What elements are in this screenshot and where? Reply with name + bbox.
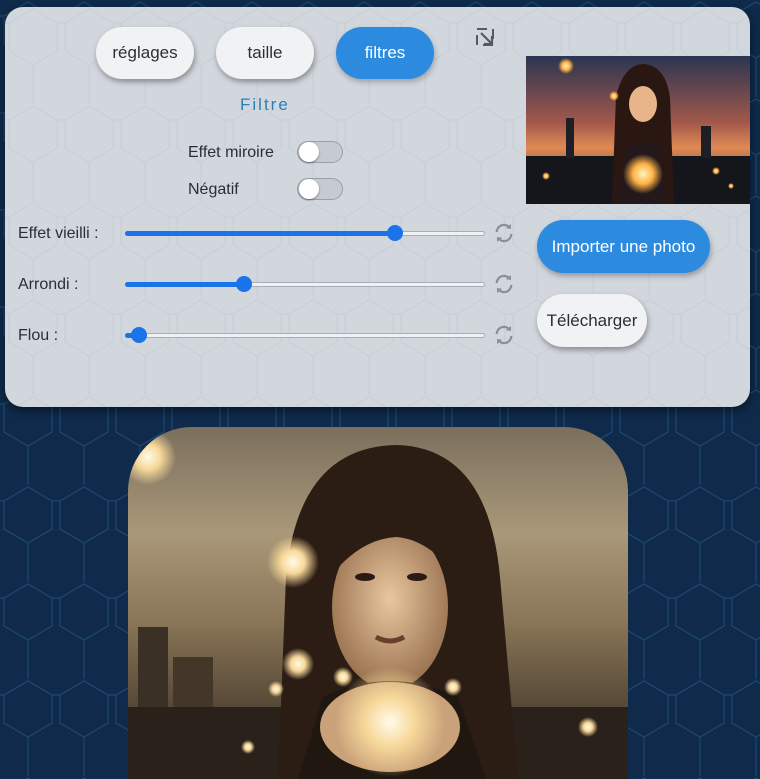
resize-arrow-icon[interactable] (475, 27, 497, 49)
aging-label: Effet vieilli : (18, 225, 99, 242)
download-button[interactable]: Télécharger (537, 294, 647, 347)
mirror-label: Effet miroire (188, 144, 274, 161)
blur-slider[interactable] (125, 326, 485, 344)
photo-thumbnail (526, 56, 750, 204)
rounding-slider[interactable] (125, 275, 485, 293)
aging-slider[interactable] (125, 224, 485, 242)
blur-label: Flou : (18, 327, 59, 344)
aging-reset-icon[interactable] (493, 222, 515, 244)
tab-size[interactable]: taille (216, 27, 314, 79)
filtered-photo-preview (128, 427, 628, 779)
rounding-label: Arrondi : (18, 276, 79, 293)
import-photo-button[interactable]: Importer une photo (537, 220, 710, 273)
negative-toggle[interactable] (297, 178, 343, 200)
tab-filters[interactable]: filtres (336, 27, 434, 79)
tab-settings[interactable]: réglages (96, 27, 194, 79)
mirror-toggle[interactable] (297, 141, 343, 163)
section-title: Filtre (240, 95, 290, 114)
negative-label: Négatif (188, 181, 239, 198)
rounding-reset-icon[interactable] (493, 273, 515, 295)
blur-reset-icon[interactable] (493, 324, 515, 346)
controls-panel: réglages taille filtres Filtre Effet mir… (5, 7, 750, 407)
